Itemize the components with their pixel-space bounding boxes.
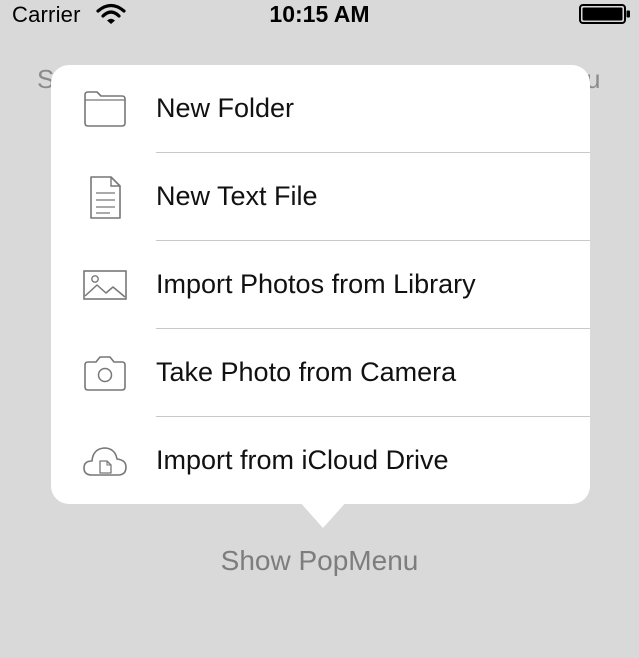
menu-item-new-folder[interactable]: New Folder: [51, 65, 590, 153]
camera-icon: [82, 351, 128, 395]
menu-item-import-icloud[interactable]: Import from iCloud Drive: [51, 417, 590, 504]
menu-item-new-text-file[interactable]: New Text File: [51, 153, 590, 241]
menu-item-label: Take Photo from Camera: [156, 357, 457, 387]
menu-item-label: Import from iCloud Drive: [156, 445, 449, 475]
menu-item-label: New Text File: [156, 181, 318, 211]
battery-icon: [579, 4, 631, 24]
menu-item-label: Import Photos from Library: [156, 269, 476, 299]
folder-icon: [82, 87, 128, 131]
text-file-icon: [82, 175, 128, 219]
pop-menu-arrow: [298, 500, 348, 528]
status-time: 10:15 AM: [269, 1, 370, 27]
pop-menu: New Folder New Text File Import Photos f…: [51, 65, 590, 504]
menu-item-label: New Folder: [156, 93, 295, 123]
show-popmenu-button[interactable]: Show PopMenu: [0, 545, 639, 577]
menu-item-take-photo[interactable]: Take Photo from Camera: [51, 329, 590, 417]
menu-item-import-photos[interactable]: Import Photos from Library: [51, 241, 590, 329]
photo-library-icon: [82, 263, 128, 307]
icloud-drive-icon: [82, 439, 128, 483]
status-bar: Carrier 10:15 AM: [0, 0, 639, 30]
